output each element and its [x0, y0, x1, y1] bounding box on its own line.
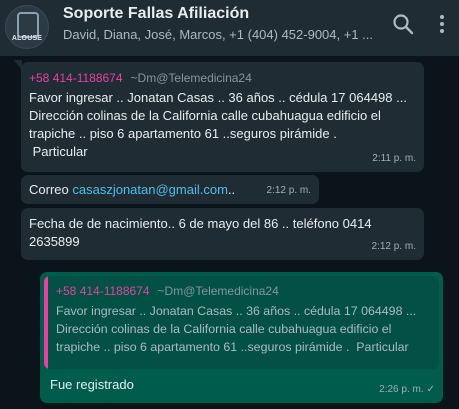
message-time: 2:12 p. m. — [371, 241, 416, 252]
message-prefix: Correo — [29, 182, 73, 197]
message-bubble[interactable]: +58 414-1188674 ~Dm@Telemedicina24 Favor … — [21, 62, 424, 172]
more-vertical-icon[interactable] — [436, 12, 448, 36]
quoted-sender-alias: ~Dm@Telemedicina24 — [157, 284, 279, 298]
email-link[interactable]: casaszjonatan@gmail.com — [72, 182, 228, 197]
message-bubble[interactable]: Fecha de de nacimiento.. 6 de mayo del 8… — [21, 208, 424, 260]
quoted-sender: +58 414-1188674 ~Dm@Telemedicina24 — [56, 282, 431, 300]
quoted-sender-number: +58 414-1188674 — [56, 284, 150, 298]
sender-number[interactable]: +58 414-1188674 — [29, 71, 123, 85]
message-sender: +58 414-1188674 ~Dm@Telemedicina24 — [29, 69, 416, 87]
message-text: Fecha de de nacimiento.. 6 de mayo del 8… — [29, 216, 372, 249]
message-bubble[interactable]: Correo casaszjonatan@gmail.com.. 2:12 p.… — [21, 175, 319, 204]
quoted-message[interactable]: +58 414-1188674 ~Dm@Telemedicina24 Favor … — [44, 276, 439, 369]
group-avatar[interactable]: ALOUSE — [5, 5, 49, 49]
message-time-value: 2:26 p. m. — [379, 384, 424, 395]
sent-check-icon: ✓ — [426, 384, 435, 395]
message-time: 2:12 p. m. — [266, 185, 311, 196]
outgoing-message-bubble[interactable]: +58 414-1188674 ~Dm@Telemedicina24 Favor … — [40, 272, 443, 403]
message-time: 2:26 p. m. ✓ — [379, 381, 435, 399]
message-time: 2:11 p. m. — [372, 153, 416, 164]
chat-header: ALOUSE Soporte Fallas Afiliación David, … — [0, 0, 459, 56]
message-text: Favor ingresar .. Jonatan Casas .. 36 añ… — [29, 90, 407, 159]
message-text: Fue registrado — [50, 377, 134, 392]
search-icon[interactable] — [391, 12, 415, 36]
quoted-text: Favor ingresar .. Jonatan Casas .. 36 añ… — [56, 304, 417, 354]
chat-title[interactable]: Soporte Fallas Afiliación — [63, 5, 249, 23]
avatar-label: ALOUSE — [11, 35, 43, 42]
participants-list[interactable]: David, Diana, José, Marcos, +1 (404) 452… — [63, 27, 383, 42]
quote-bar — [44, 276, 48, 369]
sender-alias: ~Dm@Telemedicina24 — [130, 71, 252, 85]
message-suffix: .. — [227, 182, 236, 197]
